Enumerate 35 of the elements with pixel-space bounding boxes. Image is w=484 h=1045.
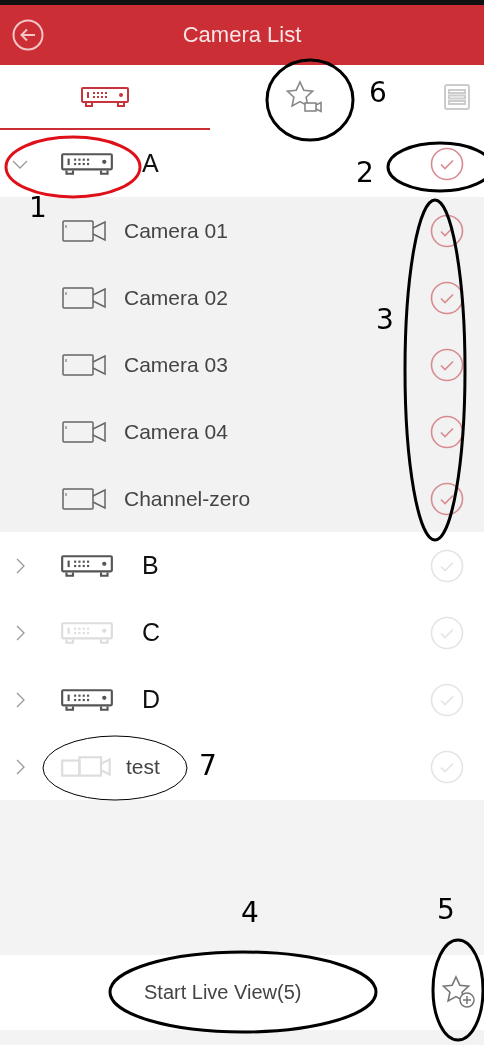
camera-name: Camera 02 — [124, 285, 228, 310]
camera-icon — [62, 218, 108, 243]
list-icon — [443, 82, 471, 111]
camera-icon — [62, 419, 108, 444]
device-name: C — [142, 618, 161, 647]
annotation-number: 5 — [437, 894, 455, 926]
annotation-number: 6 — [369, 77, 387, 109]
annotation-number: 7 — [199, 750, 217, 782]
star-camera-icon — [286, 79, 324, 114]
device-name: test — [126, 754, 160, 779]
camera-name: Camera 01 — [124, 218, 228, 243]
back-icon[interactable] — [12, 19, 44, 51]
device-name: B — [142, 551, 159, 580]
camera-icon — [62, 352, 108, 377]
start-live-view-button[interactable]: Start Live View(5) — [136, 975, 310, 1010]
camera-name: Camera 04 — [124, 419, 228, 444]
star-plus-icon[interactable] — [442, 975, 476, 1009]
camera-icon — [62, 486, 108, 511]
annotation-number: 2 — [356, 157, 374, 189]
check-circle-icon[interactable] — [430, 481, 464, 516]
annotation-number: 1 — [29, 192, 47, 224]
camera-icon — [62, 285, 108, 310]
recorder-icon — [80, 85, 130, 108]
check-circle-icon[interactable] — [430, 280, 464, 315]
camera-name: Camera 03 — [124, 352, 228, 377]
device-name: D — [142, 685, 161, 714]
check-circle-icon[interactable] — [430, 146, 464, 181]
camera-name: Channel-zero — [124, 486, 251, 511]
annotation-number: 4 — [241, 897, 259, 929]
device-name: A — [142, 149, 159, 178]
check-circle-icon[interactable] — [430, 414, 464, 449]
check-circle-icon[interactable] — [430, 347, 464, 382]
check-circle-icon[interactable] — [430, 213, 464, 248]
window-title: Camera List — [182, 22, 302, 48]
annotation-number: 3 — [376, 304, 394, 336]
